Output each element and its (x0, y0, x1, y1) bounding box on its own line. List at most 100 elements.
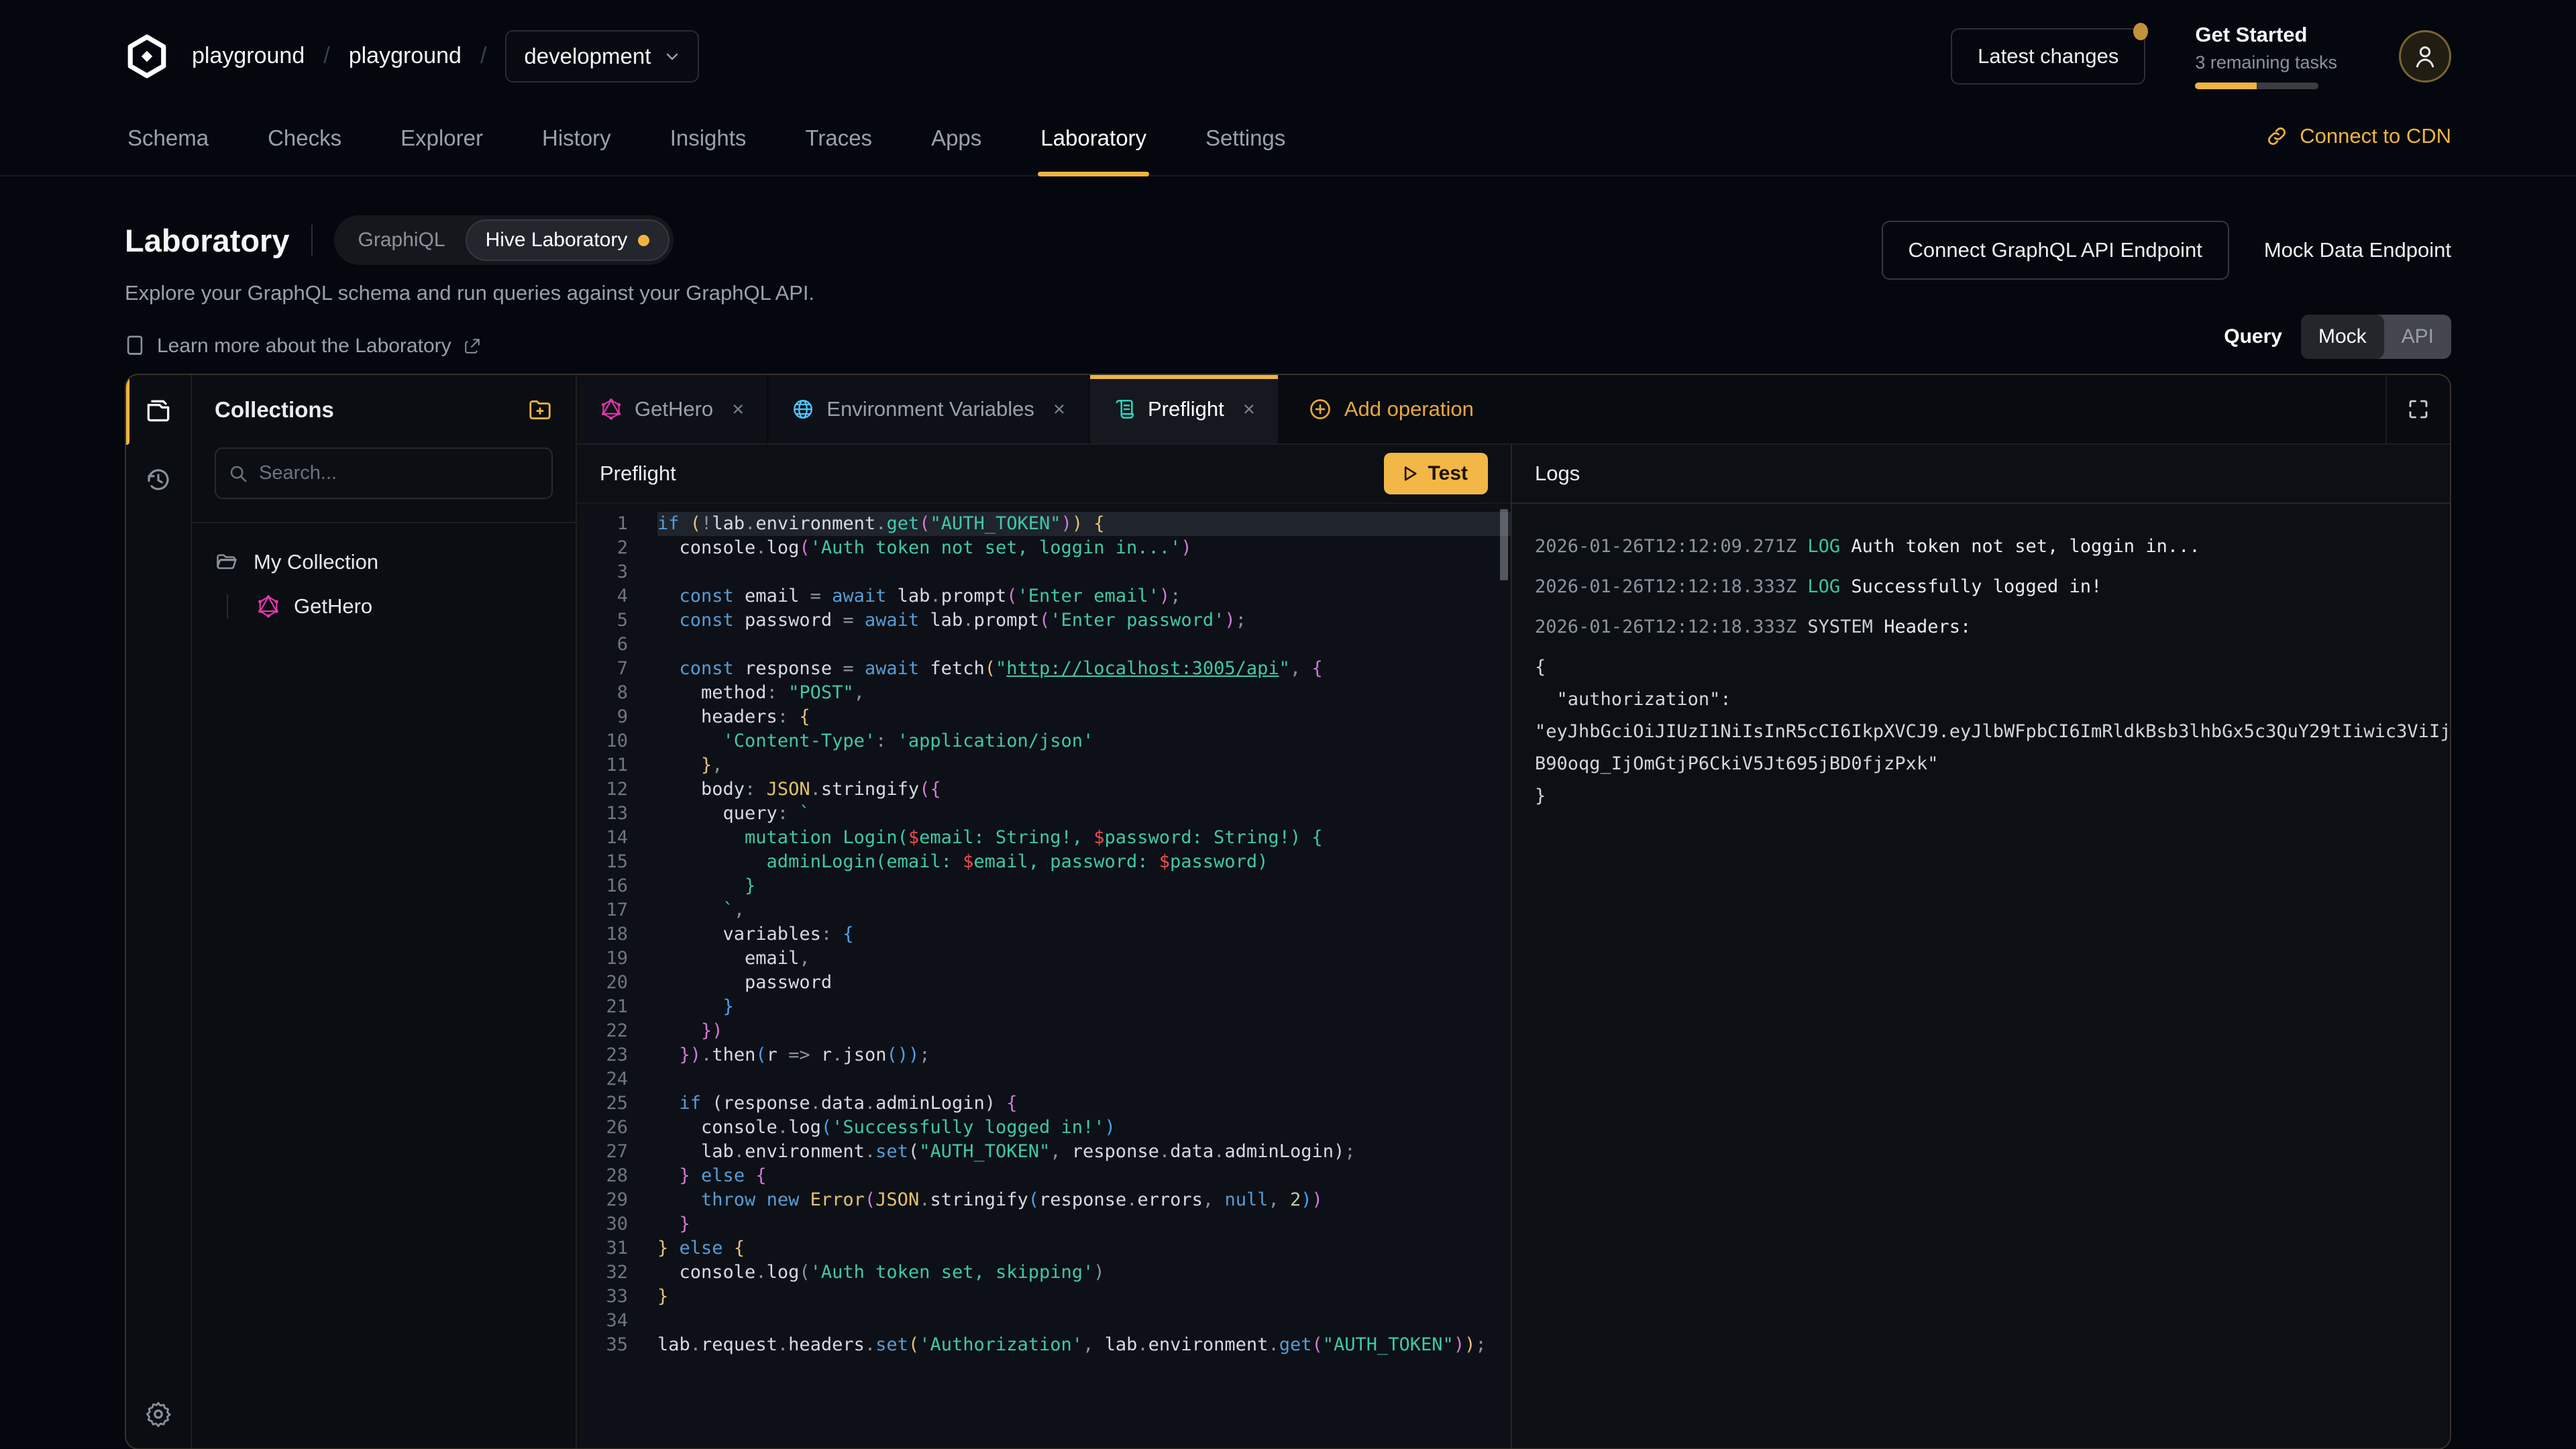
line-content: } (657, 995, 1511, 1019)
code-line-13[interactable]: 13 query: ` (577, 802, 1511, 826)
code-line-7[interactable]: 7 const response = await fetch("http://l… (577, 657, 1511, 681)
code-line-30[interactable]: 30 } (577, 1212, 1511, 1236)
nav-tab-settings[interactable]: Settings (1203, 111, 1288, 175)
nav-tab-schema[interactable]: Schema (125, 111, 211, 175)
code-line-24[interactable]: 24 (577, 1067, 1511, 1091)
close-icon[interactable]: × (1243, 397, 1255, 421)
code-line-4[interactable]: 4 const email = await lab.prompt('Enter … (577, 584, 1511, 608)
line-content: throw new Error(JSON.stringify(response.… (657, 1188, 1511, 1212)
log-json-line: { (1535, 651, 2450, 684)
mock-data-endpoint-button[interactable]: Mock Data Endpoint (2264, 238, 2451, 262)
close-icon[interactable]: × (1053, 397, 1065, 421)
code-line-8[interactable]: 8 method: "POST", (577, 681, 1511, 705)
breadcrumb-org[interactable]: playground (192, 43, 305, 69)
code-line-5[interactable]: 5 const password = await lab.prompt('Ent… (577, 608, 1511, 633)
connect-graphql-endpoint-button[interactable]: Connect GraphQL API Endpoint (1882, 221, 2229, 280)
nav-tab-explorer[interactable]: Explorer (398, 111, 486, 175)
close-icon[interactable]: × (732, 397, 744, 421)
line-number: 17 (577, 898, 628, 922)
notification-dot (2133, 23, 2148, 40)
editor-tab-gethero[interactable]: GetHero× (577, 375, 767, 443)
code-line-19[interactable]: 19 email, (577, 947, 1511, 971)
editor-tab-environment-variables[interactable]: Environment Variables× (769, 375, 1088, 443)
code-line-12[interactable]: 12 body: JSON.stringify({ (577, 777, 1511, 802)
line-content (657, 1309, 1511, 1333)
collections-icon (144, 395, 173, 425)
mode-option-hive-laboratory[interactable]: Hive Laboratory (466, 219, 670, 261)
open-folder-icon (215, 550, 239, 574)
code-line-32[interactable]: 32 console.log('Auth token set, skipping… (577, 1260, 1511, 1285)
new-folder-icon[interactable] (527, 397, 553, 423)
code-line-2[interactable]: 2 console.log('Auth token not set, loggi… (577, 536, 1511, 560)
code-editor[interactable]: 1if (!lab.environment.get("AUTH_TOKEN"))… (577, 504, 1511, 1448)
code-line-14[interactable]: 14 mutation Login($email: String!, $pass… (577, 826, 1511, 850)
log-json-line: B90oqg_IjOmGtjP6CkiV5Jt695jBD0fjzPxk" (1535, 748, 2450, 780)
code-line-23[interactable]: 23 }).then(r => r.json()); (577, 1043, 1511, 1067)
code-line-27[interactable]: 27 lab.environment.set("AUTH_TOKEN", res… (577, 1140, 1511, 1164)
code-line-15[interactable]: 15 adminLogin(email: $email, password: $… (577, 850, 1511, 874)
code-line-16[interactable]: 16 } (577, 874, 1511, 898)
line-content: adminLogin(email: $email, password: $pas… (657, 850, 1511, 874)
code-line-28[interactable]: 28 } else { (577, 1164, 1511, 1188)
editor-tab-preflight[interactable]: Preflight× (1090, 375, 1278, 443)
nav-tab-insights[interactable]: Insights (667, 111, 749, 175)
code-line-31[interactable]: 31} else { (577, 1236, 1511, 1260)
line-content: `, (657, 898, 1511, 922)
code-line-21[interactable]: 21 } (577, 995, 1511, 1019)
code-line-18[interactable]: 18 variables: { (577, 922, 1511, 947)
work-area: GetHero×Environment Variables×Preflight×… (577, 375, 2450, 1448)
line-content: }) (657, 1019, 1511, 1043)
nav-tab-checks[interactable]: Checks (265, 111, 344, 175)
code-line-29[interactable]: 29 throw new Error(JSON.stringify(respon… (577, 1188, 1511, 1212)
code-line-25[interactable]: 25 if (response.data.adminLogin) { (577, 1091, 1511, 1116)
code-line-10[interactable]: 10 'Content-Type': 'application/json' (577, 729, 1511, 753)
code-line-35[interactable]: 35lab.request.headers.set('Authorization… (577, 1333, 1511, 1357)
line-number: 29 (577, 1188, 628, 1212)
code-line-17[interactable]: 17 `, (577, 898, 1511, 922)
user-avatar[interactable] (2399, 30, 2451, 83)
line-number: 26 (577, 1116, 628, 1140)
get-started-progress-fill (2195, 83, 2257, 89)
target-selector[interactable]: development (505, 30, 699, 83)
nav-tab-history[interactable]: History (539, 111, 614, 175)
nav-tab-apps[interactable]: Apps (928, 111, 984, 175)
nav-tab-laboratory[interactable]: Laboratory (1038, 111, 1149, 175)
breadcrumb-separator: / (323, 43, 329, 69)
operation-row-gethero[interactable]: GetHero (256, 594, 553, 619)
connect-to-cdn-link[interactable]: Connect to CDN (2266, 124, 2451, 148)
latest-changes-button[interactable]: Latest changes (1951, 28, 2145, 85)
code-line-20[interactable]: 20 password (577, 971, 1511, 995)
line-content: if (response.data.adminLogin) { (657, 1091, 1511, 1116)
mode-option-graphiql[interactable]: GraphiQL (338, 219, 466, 261)
add-operation-button[interactable]: Add operation (1280, 375, 1502, 443)
collections-search-input[interactable] (215, 447, 553, 499)
code-line-9[interactable]: 9 headers: { (577, 705, 1511, 729)
rail-settings-button[interactable] (144, 1400, 172, 1428)
code-line-1[interactable]: 1if (!lab.environment.get("AUTH_TOKEN"))… (577, 512, 1511, 536)
endpoint-option-api[interactable]: API (2384, 315, 2451, 359)
code-line-3[interactable]: 3 (577, 560, 1511, 584)
code-line-26[interactable]: 26 console.log('Successfully logged in!'… (577, 1116, 1511, 1140)
code-line-33[interactable]: 33} (577, 1285, 1511, 1309)
learn-more-link[interactable]: Learn more about the Laboratory (125, 335, 814, 358)
code-line-34[interactable]: 34 (577, 1309, 1511, 1333)
get-started-widget[interactable]: Get Started 3 remaining tasks (2195, 23, 2337, 89)
collection-folder-row[interactable]: My Collection (215, 550, 553, 574)
hive-logo-icon[interactable] (125, 34, 169, 78)
editor-scrollbar[interactable] (1500, 509, 1508, 580)
line-content: password (657, 971, 1511, 995)
test-button[interactable]: Test (1384, 453, 1488, 494)
line-content (657, 633, 1511, 657)
line-number: 30 (577, 1212, 628, 1236)
rail-history-button[interactable] (126, 445, 191, 515)
rail-collections-button[interactable] (126, 375, 191, 445)
endpoint-option-mock[interactable]: Mock (2301, 315, 2384, 359)
code-line-6[interactable]: 6 (577, 633, 1511, 657)
line-content: } (657, 1212, 1511, 1236)
test-button-label: Test (1428, 462, 1468, 485)
fullscreen-button[interactable] (2385, 375, 2450, 443)
code-line-11[interactable]: 11 }, (577, 753, 1511, 777)
nav-tab-traces[interactable]: Traces (802, 111, 875, 175)
code-line-22[interactable]: 22 }) (577, 1019, 1511, 1043)
breadcrumb-project[interactable]: playground (349, 43, 462, 69)
